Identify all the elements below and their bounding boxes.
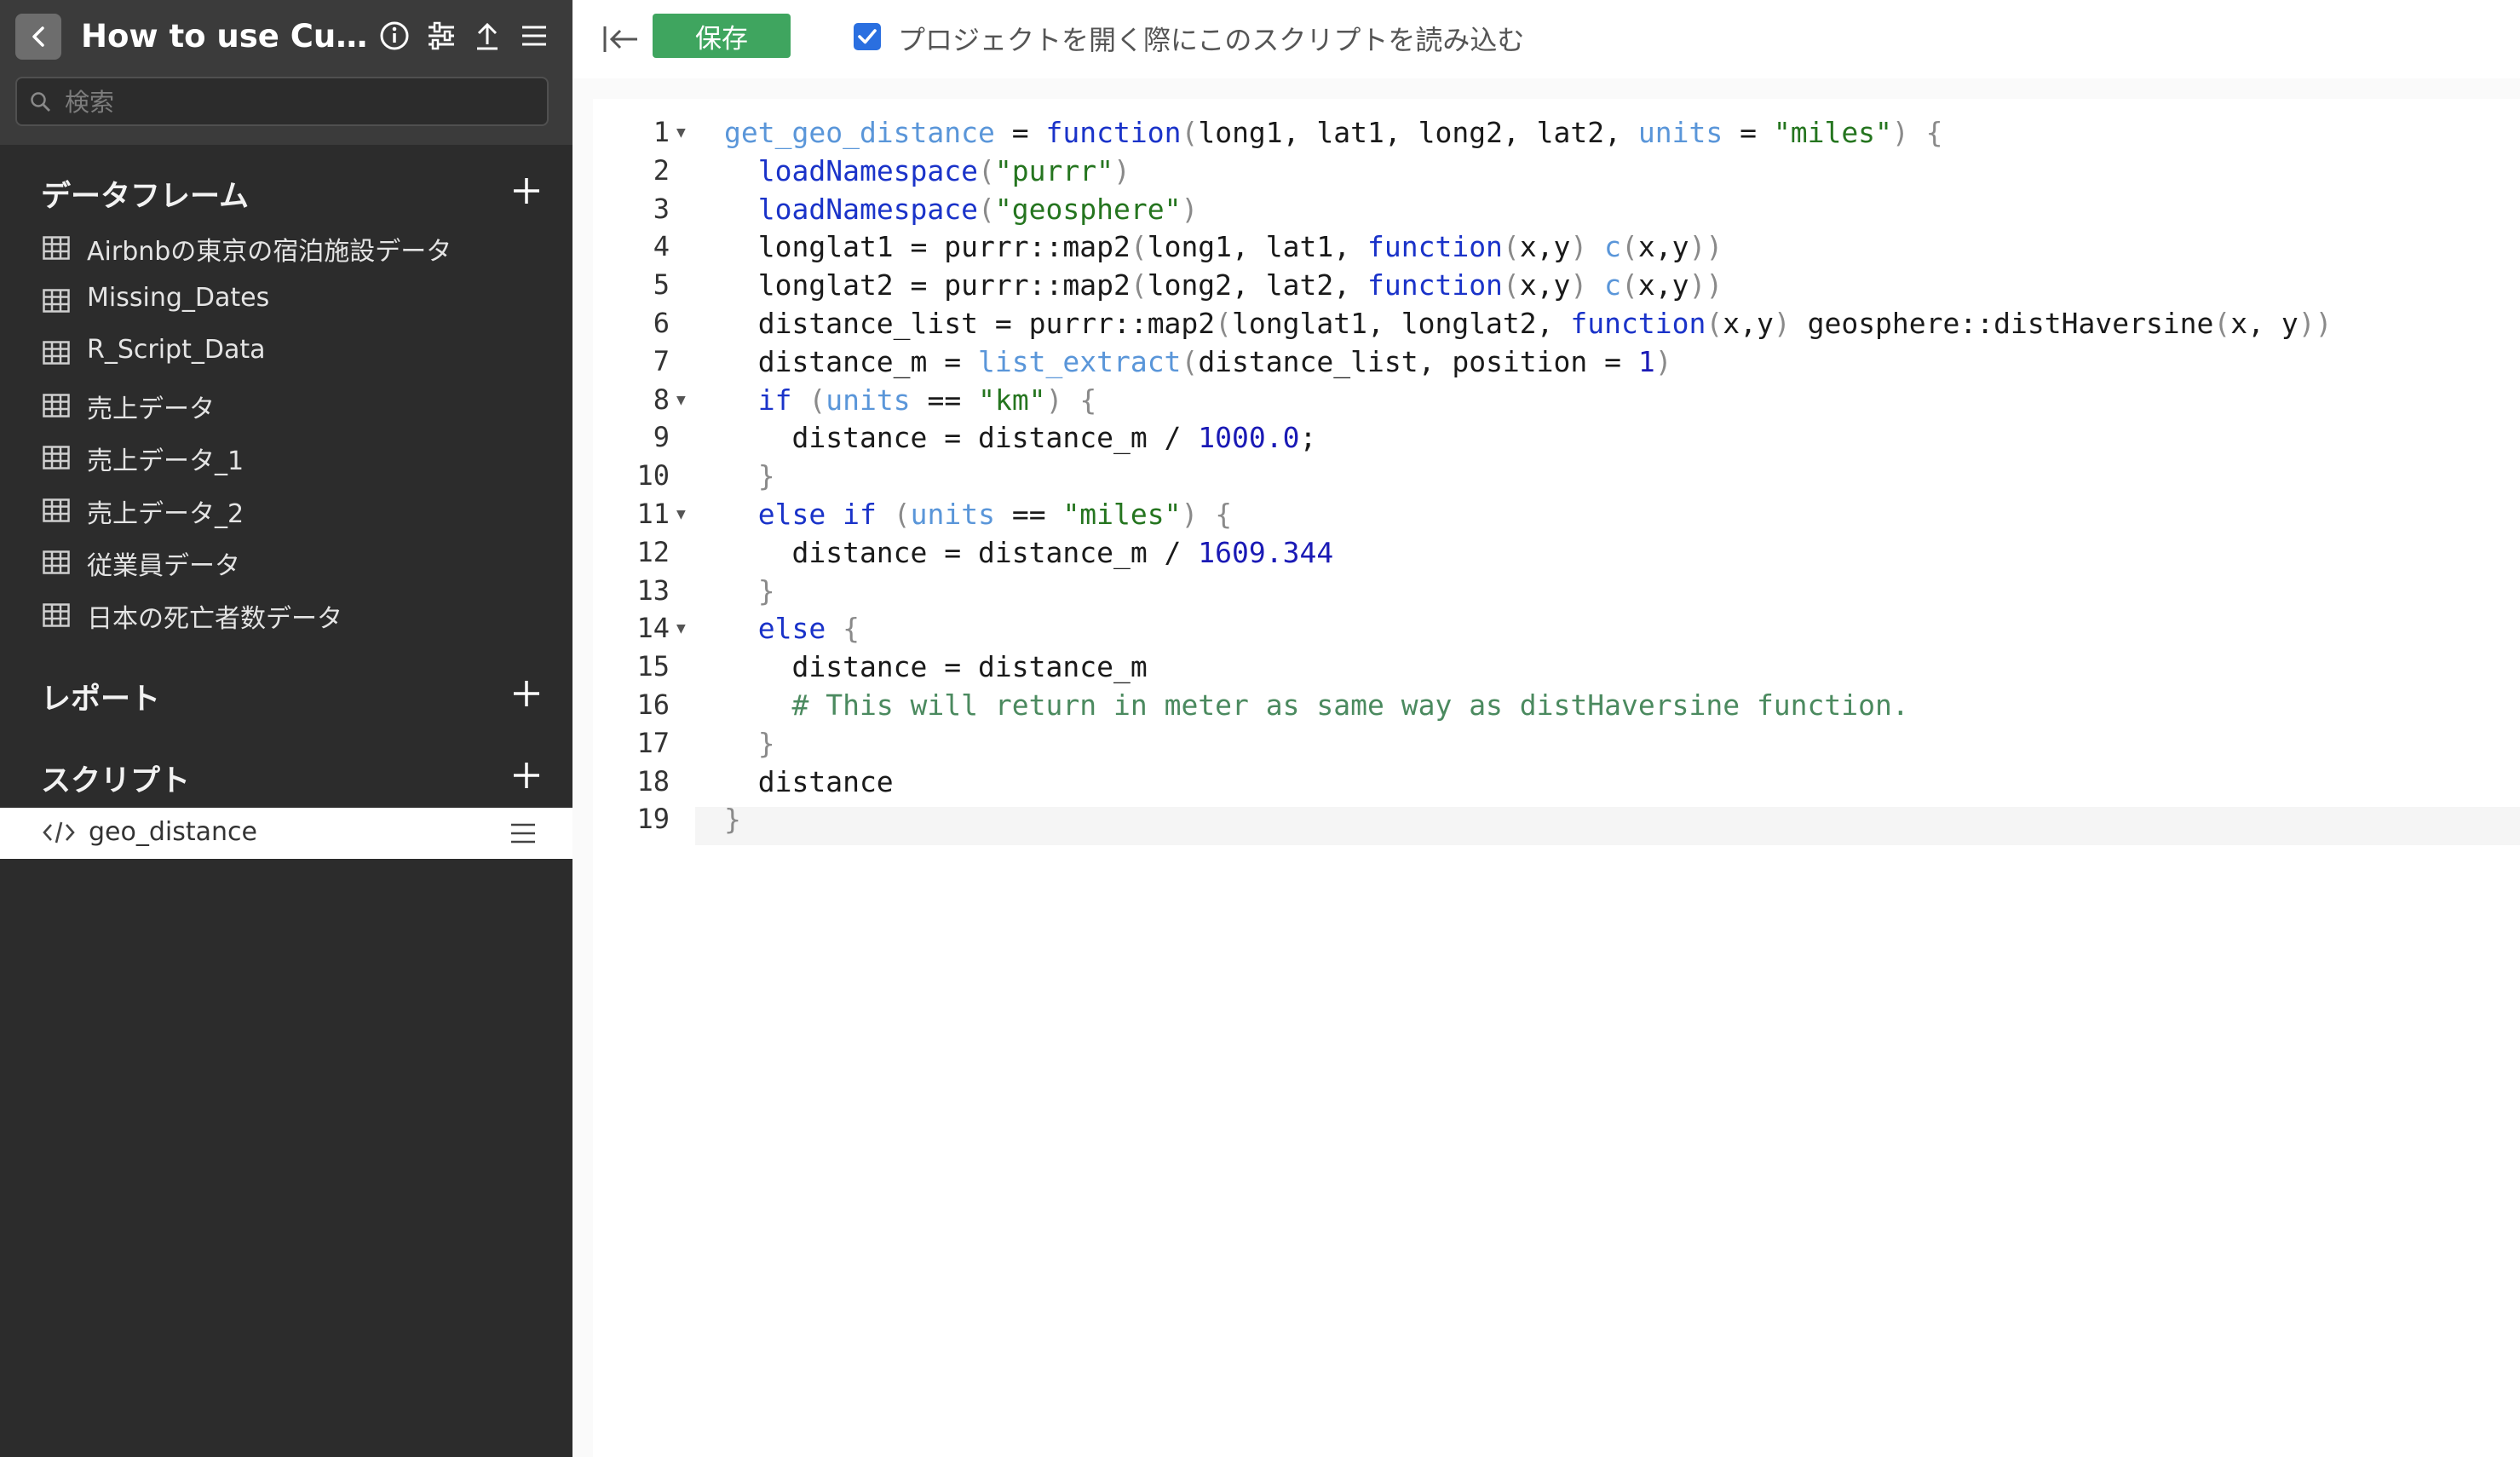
line-number: 15 [636, 650, 670, 683]
dataframes-section-title: データフレーム [41, 180, 249, 214]
line-number: 5 [653, 268, 670, 302]
code-icon [43, 821, 75, 844]
code-line: loadNamespace("purrr") [757, 153, 1131, 187]
dataframe-label: 売上データ_2 [87, 499, 245, 529]
line-number: 2 [653, 153, 670, 187]
dataframe-label: R_Script_Data [87, 335, 266, 365]
table-icon [43, 550, 70, 574]
info-icon[interactable] [377, 19, 411, 53]
scripts-section-title: スクリプト [41, 764, 191, 798]
code-line: } [757, 726, 775, 760]
search-box [15, 77, 549, 126]
code-line: longlat2 = purrr::map2(long2, lat2, func… [724, 268, 1723, 302]
code-line: loadNamespace("geosphere") [757, 192, 1199, 226]
sidebar: How to use Cust... 検索 データフレーム Airbnbの東京の… [0, 0, 572, 1457]
dataframe-item[interactable]: 日本の死亡者数データ [0, 590, 572, 642]
add-report-icon[interactable] [509, 677, 544, 711]
dataframe-label: 従業員データ [87, 551, 240, 581]
dataframe-label: Missing_Dates [87, 283, 270, 313]
current-line-highlight [695, 807, 2520, 845]
search-icon [31, 92, 50, 112]
checkmark-icon [858, 29, 877, 44]
search-input[interactable] [63, 84, 544, 121]
script-item-geo-distance[interactable]: geo_distance [0, 808, 572, 859]
line-number: 11 [636, 498, 670, 530]
code-line: } [757, 573, 775, 608]
upload-icon[interactable] [470, 19, 504, 53]
table-icon [43, 446, 70, 469]
dataframe-label: Airbnbの東京の宿泊施設データ [87, 237, 452, 267]
line-number: 10 [636, 459, 670, 492]
line-number: 3 [653, 192, 670, 225]
dataframe-label: 売上データ [87, 394, 215, 424]
table-icon [43, 394, 70, 418]
code-line: if (units == "km") { [757, 383, 1097, 417]
code-line: distance_m = list_extract(distance_list,… [724, 344, 1672, 378]
dataframe-item[interactable]: 売上データ_1 [0, 433, 572, 484]
line-number: 13 [636, 573, 670, 607]
fold-arrow-icon[interactable]: ▼ [676, 622, 686, 636]
dataframe-label: 日本の死亡者数データ [87, 604, 342, 634]
table-icon [43, 236, 70, 260]
load-on-open-checkbox[interactable] [854, 23, 881, 50]
table-icon [43, 289, 70, 313]
sidebar-header: How to use Cust... [0, 0, 572, 145]
code-line: get_geo_distance = function(long1, lat1,… [724, 116, 1943, 149]
line-number: 16 [636, 688, 670, 721]
settings-sliders-icon[interactable] [424, 19, 458, 53]
dataframe-item[interactable]: 売上データ [0, 381, 572, 432]
reports-section-title: レポート [41, 682, 161, 717]
dataframe-item[interactable]: Airbnbの東京の宿泊施設データ [0, 223, 572, 274]
table-icon [43, 603, 70, 627]
fold-arrow-icon[interactable]: ▼ [676, 508, 686, 521]
code-line: else { [757, 612, 860, 646]
menu-icon[interactable] [517, 19, 551, 53]
dataframe-item[interactable]: Missing_Dates [0, 276, 572, 327]
save-button[interactable]: 保存 [653, 14, 791, 58]
collapse-sidebar-icon[interactable] [601, 22, 641, 56]
load-on-open-label: プロジェクトを開く際にこのスクリプトを読み込む [898, 24, 1525, 56]
script-editor-pane: 保存 プロジェクトを開く際にこのスクリプトを読み込む 1 ▼ 2 3 4 5 6 7 8 ▼ 9 10… [572, 0, 2520, 1457]
fold-arrow-icon[interactable]: ▼ [676, 126, 686, 140]
editor-toolbar: 保存 プロジェクトを開く際にこのスクリプトを読み込む [572, 0, 2520, 78]
project-title: How to use Cust... [81, 18, 375, 55]
add-dataframe-icon[interactable] [509, 174, 544, 208]
dataframe-label: 売上データ_1 [87, 446, 245, 476]
dataframe-item[interactable]: 売上データ_2 [0, 486, 572, 537]
back-button[interactable] [15, 14, 61, 60]
line-number: 9 [653, 421, 670, 454]
code-line: distance [724, 764, 894, 798]
dataframe-item[interactable]: 従業員データ [0, 538, 572, 589]
code-line: longlat1 = purrr::map2(long1, lat1, func… [724, 230, 1723, 264]
code-editor[interactable]: 1 ▼ 2 3 4 5 6 7 8 ▼ 9 10 11 ▼ 12 13 14 ▼ 15 16 17 18 19 get_ge… [593, 99, 2520, 1457]
code-line: distance_list = purrr::map2(longlat1, lo… [724, 307, 2333, 340]
code-line: else if (units == "miles") { [757, 498, 1233, 531]
line-number: 18 [636, 764, 670, 798]
code-line: distance = distance_m [724, 650, 1148, 684]
chevron-left-icon [32, 26, 44, 47]
line-number: 1 [653, 116, 670, 148]
add-script-icon[interactable] [509, 758, 544, 792]
dataframe-item[interactable]: R_Script_Data [0, 328, 572, 379]
line-number: 8 [653, 383, 670, 416]
line-number: 17 [636, 726, 670, 759]
table-icon [43, 341, 70, 365]
line-number: 14 [636, 612, 670, 645]
script-menu-icon[interactable] [508, 820, 538, 847]
code-line: # This will return in meter as same way … [791, 688, 1909, 722]
code-line: } [757, 459, 775, 493]
line-number: 7 [653, 344, 670, 377]
line-number: 12 [636, 535, 670, 568]
line-number: 6 [653, 307, 670, 339]
code-line: } [724, 803, 741, 837]
code-line: distance = distance_m / 1000.0; [724, 421, 1317, 455]
line-number: 4 [653, 230, 670, 263]
table-icon [43, 498, 70, 522]
fold-arrow-icon[interactable]: ▼ [676, 394, 686, 407]
line-number: 19 [636, 803, 670, 836]
code-line: distance = distance_m / 1609.344 [724, 535, 1334, 569]
script-label: geo_distance [89, 817, 257, 847]
